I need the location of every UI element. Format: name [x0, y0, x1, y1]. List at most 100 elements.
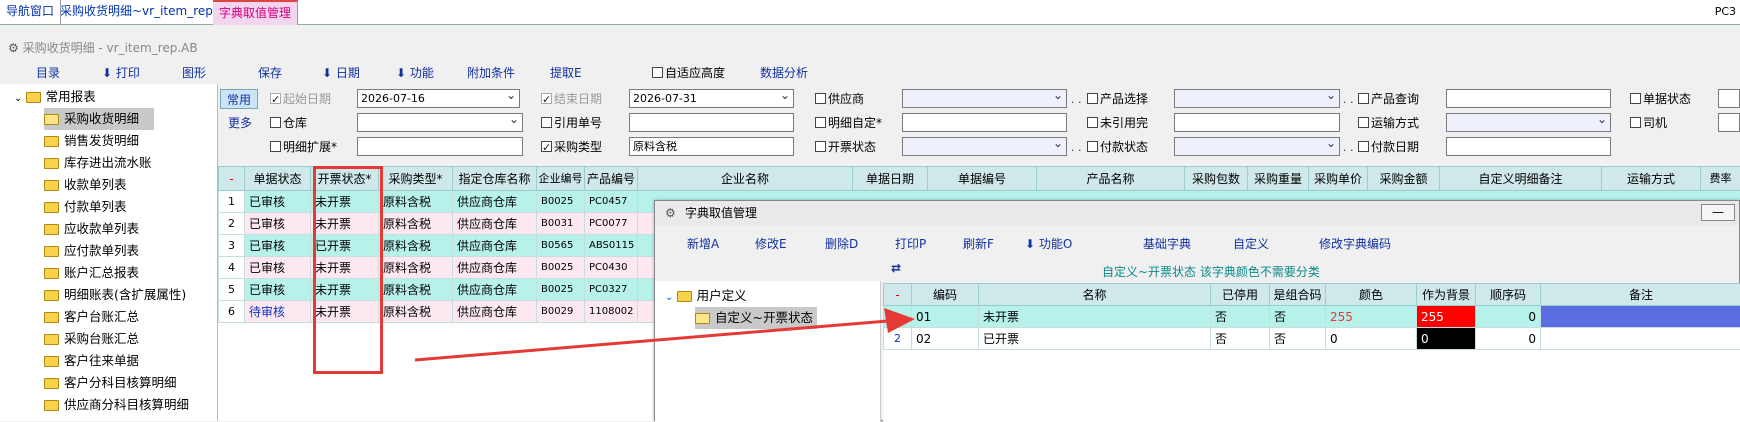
warehouse-check[interactable]: 仓库	[270, 114, 307, 132]
dict-col-remark[interactable]: 备注	[1541, 284, 1740, 306]
product-query-check[interactable]: 产品查询	[1358, 90, 1419, 108]
ship-method-input[interactable]	[1446, 113, 1611, 132]
invoice-status-check[interactable]: 开票状态	[815, 138, 876, 156]
collapse-icon[interactable]: ⌄	[14, 93, 26, 104]
supplier-input[interactable]	[902, 89, 1067, 108]
tree-item[interactable]: 销售发货明细	[44, 130, 139, 152]
detail-ext-check[interactable]: 明细扩展*	[270, 138, 337, 156]
col-purchase-type[interactable]: 采购类型*	[379, 167, 453, 191]
pay-status-input[interactable]	[1174, 137, 1340, 156]
menu-extra-cond[interactable]: 附加条件	[467, 64, 515, 81]
dict-col-bg[interactable]: 作为背景	[1417, 284, 1476, 306]
dict-col-name[interactable]: 名称	[979, 284, 1211, 306]
tree-item[interactable]: 采购台账汇总	[44, 328, 139, 350]
dict-col-disabled[interactable]: 已停用	[1211, 284, 1270, 306]
start-date-check[interactable]: 起始日期	[270, 90, 331, 108]
tab-dictionary[interactable]: 字典取值管理	[213, 0, 298, 25]
checkbox[interactable]	[1087, 117, 1098, 128]
doc-status-check[interactable]: 单据状态	[1630, 90, 1691, 108]
warehouse-input[interactable]	[357, 113, 523, 132]
grid-corner[interactable]: -	[219, 167, 245, 191]
dict-col-code[interactable]: 编码	[912, 284, 979, 306]
tree-item[interactable]: 供应商分科目核算明细	[44, 394, 189, 416]
checkbox[interactable]	[270, 117, 281, 128]
menu-function[interactable]: ⬇ 功能	[396, 64, 434, 81]
tree-item[interactable]: 库存进出流水账	[44, 152, 152, 174]
filter-tab-more[interactable]: 更多	[222, 113, 258, 133]
unquoted-input[interactable]	[1174, 113, 1340, 132]
pay-date-check[interactable]: 付款日期	[1358, 138, 1419, 156]
menu-save[interactable]: 保存	[258, 64, 282, 81]
tree-item-invoice-status[interactable]: 自定义~开票状态	[695, 307, 817, 329]
driver-check[interactable]: 司机	[1630, 114, 1667, 132]
col-doc-status[interactable]: 单据状态	[245, 167, 311, 191]
menu-catalog[interactable]: 目录	[36, 64, 60, 81]
product-query-input[interactable]	[1446, 89, 1611, 108]
dict-col-color[interactable]: 颜色	[1326, 284, 1417, 306]
checkbox[interactable]	[270, 141, 281, 152]
detail-ext-input[interactable]	[357, 137, 523, 156]
col-doc-date[interactable]: 单据日期	[853, 167, 928, 191]
dict-col-combo[interactable]: 是组合码	[1270, 284, 1326, 306]
tree-item[interactable]: 应付款单列表	[44, 240, 139, 262]
pay-status-check[interactable]: 付款状态	[1087, 138, 1148, 156]
dlg-delete-button[interactable]: 删除D	[825, 235, 858, 252]
swap-icon[interactable]: ⇄	[891, 261, 901, 275]
tree-item[interactable]: 明细账表(含扩展属性)	[44, 284, 186, 306]
col-fee[interactable]: 费率	[1701, 167, 1740, 191]
dict-grid-corner[interactable]: -	[884, 284, 912, 306]
dlg-edit-button[interactable]: 修改E	[755, 235, 787, 252]
tree-item[interactable]: 付款单列表	[44, 196, 127, 218]
table-row[interactable]: 2 02 已开票 否 否 0 0 0	[884, 328, 1740, 350]
dlg-base-dict-button[interactable]: 基础字典	[1143, 235, 1191, 252]
collapse-icon[interactable]: ⌄	[665, 292, 677, 303]
pay-date-input[interactable]	[1446, 137, 1611, 156]
tree-item[interactable]: 账户汇总报表	[44, 262, 139, 284]
table-row[interactable]: 01 未开票 否 否 255 255 0	[884, 306, 1740, 328]
tree-root[interactable]: ⌄ 常用报表	[14, 86, 96, 108]
dlg-edit-code-button[interactable]: 修改字典编码	[1319, 235, 1391, 252]
checkbox[interactable]	[1087, 141, 1098, 152]
dlg-custom-button[interactable]: 自定义	[1233, 235, 1269, 252]
detail-custom-check[interactable]: 明细自定*	[815, 114, 882, 132]
checkbox[interactable]	[815, 117, 826, 128]
checkbox[interactable]	[541, 93, 552, 104]
checkbox[interactable]	[815, 141, 826, 152]
ship-method-check[interactable]: 运输方式	[1358, 114, 1419, 132]
dlg-refresh-button[interactable]: 刷新F	[963, 235, 994, 252]
tree-item[interactable]: 应收款单列表	[44, 218, 139, 240]
menu-data-analysis[interactable]: 数据分析	[760, 64, 808, 81]
detail-custom-input[interactable]	[902, 113, 1067, 132]
checkbox[interactable]	[1358, 93, 1369, 104]
menu-chart[interactable]: 图形	[182, 64, 206, 81]
ref-no-check[interactable]: 引用单号	[541, 114, 602, 132]
dlg-print-button[interactable]: 打印P	[895, 235, 926, 252]
checkbox[interactable]	[1630, 117, 1641, 128]
tree-item[interactable]: 收款单列表	[44, 174, 127, 196]
tree-item[interactable]: 客户分科目核算明细	[44, 372, 177, 394]
checkbox[interactable]	[815, 93, 826, 104]
checkbox[interactable]	[1358, 117, 1369, 128]
purchase-type-input[interactable]: 原料含税	[629, 137, 794, 156]
checkbox[interactable]	[541, 117, 552, 128]
start-date-input[interactable]: 2026-07-16	[357, 89, 520, 108]
col-product-no[interactable]: 产品编号	[585, 167, 638, 191]
menu-extract[interactable]: 提取E	[550, 64, 582, 81]
col-remark[interactable]: 自定义明细备注	[1440, 167, 1602, 191]
col-packs[interactable]: 采购包数	[1185, 167, 1248, 191]
purchase-type-check[interactable]: 采购类型	[541, 138, 602, 156]
menu-print[interactable]: ⬇ 打印	[102, 64, 140, 81]
ref-no-input[interactable]	[629, 113, 794, 132]
dlg-function-button[interactable]: ⬇ 功能O	[1025, 235, 1072, 252]
product-select-check[interactable]: 产品选择	[1087, 90, 1148, 108]
col-warehouse[interactable]: 指定仓库名称	[453, 167, 537, 191]
doc-status-input[interactable]	[1718, 89, 1740, 108]
col-weight[interactable]: 采购重量	[1248, 167, 1309, 191]
end-date-check[interactable]: 结束日期	[541, 90, 602, 108]
checkbox[interactable]	[541, 141, 552, 152]
tree-item[interactable]: 客户往来单据	[44, 350, 139, 372]
col-doc-no[interactable]: 单据编号	[928, 167, 1037, 191]
unquoted-check[interactable]: 未引用完	[1087, 114, 1148, 132]
auto-height-check[interactable]: 自适应高度	[652, 64, 725, 81]
supplier-check[interactable]: 供应商	[815, 90, 864, 108]
